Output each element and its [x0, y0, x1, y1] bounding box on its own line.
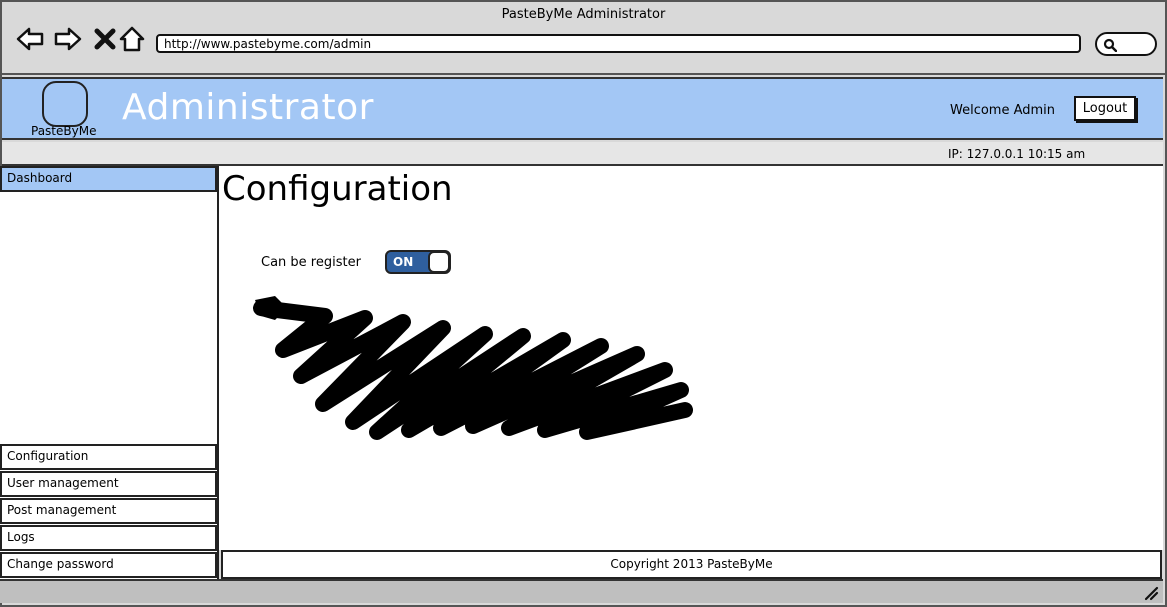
- resize-grip-icon[interactable]: [1143, 585, 1159, 601]
- app-title: Administrator: [122, 87, 374, 128]
- logo-icon: [42, 81, 88, 127]
- toggle-knob: [428, 251, 450, 273]
- browser-search-box[interactable]: [1095, 32, 1157, 56]
- sidebar-item-post-management[interactable]: Post management: [0, 498, 217, 524]
- ip-time-text: IP: 127.0.0.1 10:15 am: [948, 147, 1086, 161]
- logo-label: PasteByMe: [31, 124, 97, 138]
- sidebar-item-logs[interactable]: Logs: [0, 525, 217, 551]
- sidebar-item-configuration[interactable]: Configuration: [0, 444, 217, 470]
- toggle-state-text: ON: [393, 255, 414, 269]
- stop-icon[interactable]: [92, 25, 120, 53]
- register-toggle[interactable]: ON: [385, 250, 451, 274]
- search-icon: [1103, 38, 1117, 52]
- sidebar: Dashboard Configuration User management …: [0, 166, 219, 580]
- forward-arrow-icon[interactable]: [54, 25, 82, 53]
- main-content: Configuration Can be register ON: [219, 166, 1163, 550]
- sidebar-item-user-management[interactable]: User management: [0, 471, 217, 497]
- logout-button[interactable]: Logout: [1074, 96, 1136, 121]
- window-title: PasteByMe Administrator: [501, 7, 666, 22]
- sidebar-item-dashboard[interactable]: Dashboard: [0, 166, 217, 192]
- scribble-placeholder: [253, 296, 693, 440]
- welcome-text: Welcome Admin: [950, 103, 1056, 118]
- page-title: Configuration: [222, 169, 453, 209]
- status-bar: [0, 579, 1163, 603]
- home-icon[interactable]: [118, 25, 146, 53]
- register-label: Can be register: [261, 255, 361, 270]
- browser-toolbar: PasteByMe Administrator http://www.paste…: [2, 2, 1165, 72]
- toolbar-divider: [2, 73, 1165, 76]
- status-strip: IP: 127.0.0.1 10:15 am: [2, 142, 1163, 166]
- footer: Copyright 2013 PasteByMe: [221, 550, 1162, 579]
- sidebar-item-change-password[interactable]: Change password: [0, 552, 217, 578]
- url-bar[interactable]: http://www.pastebyme.com/admin: [156, 34, 1081, 53]
- back-arrow-icon[interactable]: [16, 25, 44, 53]
- app-header: PasteByMe Administrator Welcome Admin Lo…: [2, 77, 1163, 140]
